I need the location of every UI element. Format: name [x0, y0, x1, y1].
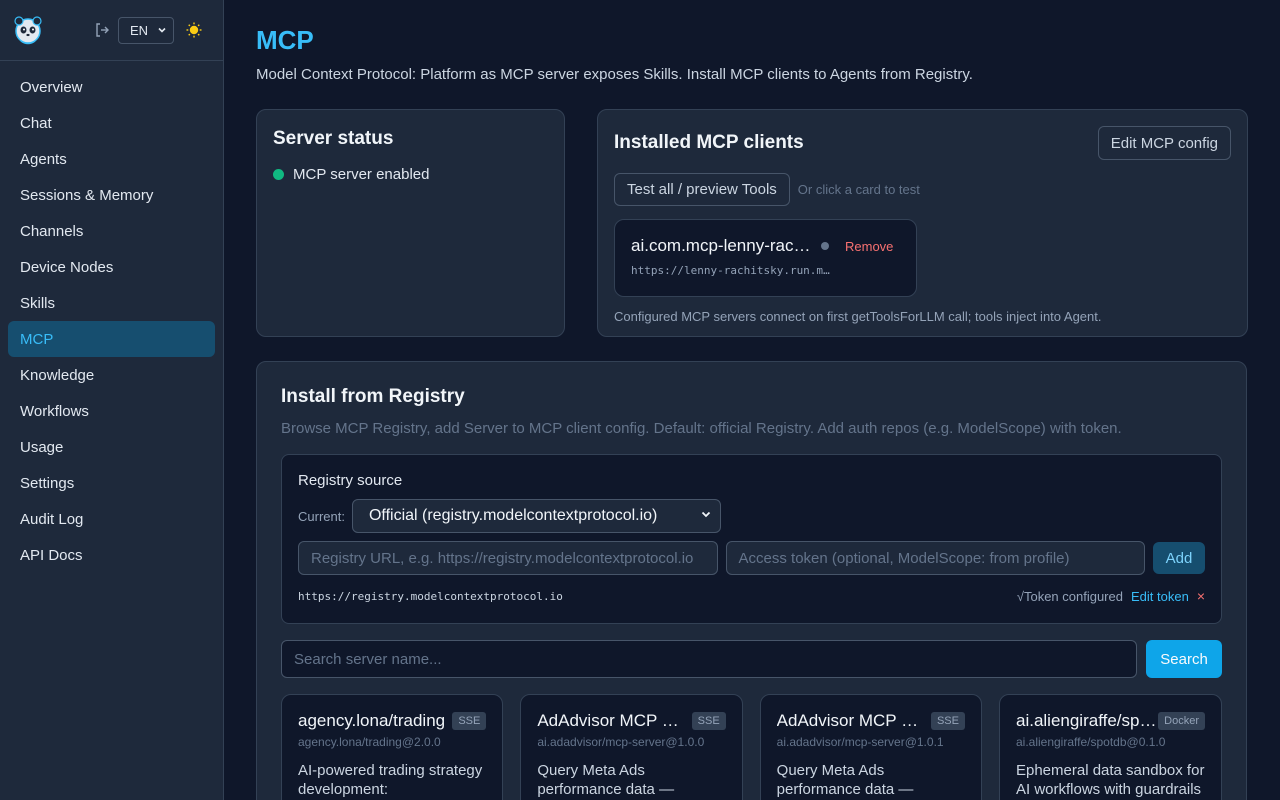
edit-token-link[interactable]: Edit token	[1131, 589, 1189, 604]
server-grid: agency.lona/trading SSE agency.lona/trad…	[281, 694, 1222, 800]
chevron-down-icon	[157, 23, 167, 38]
sidebar-item-chat[interactable]: Chat	[8, 105, 215, 141]
language-value: EN	[130, 22, 149, 38]
panda-logo-icon[interactable]	[12, 14, 44, 46]
page-title: MCP	[256, 25, 314, 55]
token-status: √Token configured Edit token ×	[1017, 588, 1205, 604]
transport-badge: SSE	[930, 712, 965, 730]
transport-badge: Docker	[1158, 712, 1205, 730]
sidebar-item-agents[interactable]: Agents	[8, 141, 215, 177]
sidebar: EN Overview Chat Agents Sessions & Memor…	[0, 0, 224, 800]
server-card-header: ai.aliengiraffe/spotdb Docker	[1016, 711, 1205, 731]
transport-badge: SSE	[691, 712, 726, 730]
remove-token-button[interactable]: ×	[1197, 588, 1205, 604]
remove-client-button[interactable]: Remove	[845, 239, 893, 254]
language-select[interactable]: EN	[118, 16, 174, 44]
registry-source-value: Official (registry.modelcontextprotocol.…	[368, 507, 658, 524]
sidebar-header: EN	[0, 0, 223, 61]
edit-mcp-config-button[interactable]: Edit MCP config	[1097, 126, 1231, 160]
server-description: AI-powered trading strategy development:	[298, 762, 483, 798]
sidebar-item-sessions-memory[interactable]: Sessions & Memory	[8, 177, 215, 213]
client-status-dot-icon	[821, 242, 829, 250]
sidebar-item-workflows[interactable]: Workflows	[8, 393, 215, 429]
sidebar-item-skills[interactable]: Skills	[8, 285, 215, 321]
installed-clients-card: Installed MCP clients Edit MCP config Te…	[597, 109, 1248, 337]
status-dot-icon	[273, 169, 284, 180]
sidebar-item-usage[interactable]: Usage	[8, 429, 215, 465]
client-name: ai.com.mcp-lenny-rachitsky-podcast	[631, 236, 811, 255]
test-row: Test all / preview Tools Or click a card…	[614, 173, 1231, 206]
sidebar-item-knowledge[interactable]: Knowledge	[8, 357, 215, 393]
sidebar-item-mcp[interactable]: MCP	[8, 321, 215, 357]
sidebar-nav: Overview Chat Agents Sessions & Memory C…	[0, 61, 223, 581]
registry-url-row: https://registry.modelcontextprotocol.io…	[298, 588, 1205, 604]
client-url: https://lenny-rachitsky.run.mcp.com.ai/m…	[631, 264, 831, 277]
server-card[interactable]: agency.lona/trading SSE agency.lona/trad…	[281, 694, 504, 800]
server-card[interactable]: AdAdvisor MCP Server SSE ai.adadvisor/mc…	[520, 694, 743, 800]
server-search-row: Search server name... Search	[281, 640, 1222, 678]
server-status-text: MCP server enabled	[293, 166, 430, 183]
sun-icon[interactable]	[186, 22, 202, 38]
test-all-button[interactable]: Test all / preview Tools	[614, 173, 790, 206]
app-root: EN Overview Chat Agents Sessions & Memor…	[0, 0, 1280, 800]
current-source-label: Current:	[298, 508, 345, 524]
token-configured-text: √Token configured	[1016, 588, 1123, 604]
current-source-row: Current: Official (registry.modelcontext…	[298, 499, 1205, 533]
server-name: AdAdvisor MCP Server	[537, 711, 688, 730]
sidebar-item-channels[interactable]: Channels	[8, 213, 215, 249]
registry-source-title: Registry source	[298, 472, 403, 489]
registry-source-box: Registry source Current: Official (regis…	[281, 454, 1222, 624]
server-name: AdAdvisor MCP Server	[776, 711, 927, 730]
access-token-input[interactable]: Access token (optional, ModelScope: from…	[725, 541, 1146, 575]
server-id: ai.adadvisor/mcp-server@1.0.0	[537, 735, 705, 749]
server-id: agency.lona/trading@2.0.0	[298, 735, 441, 749]
server-id: ai.aliengiraffe/spotdb@0.1.0	[1015, 735, 1166, 749]
test-hint: Or click a card to test	[797, 182, 920, 197]
sidebar-item-overview[interactable]: Overview	[8, 69, 215, 105]
server-card[interactable]: ai.aliengiraffe/spotdb Docker ai.aliengi…	[998, 694, 1222, 800]
server-status-card: Server status MCP server enabled	[256, 109, 565, 337]
chevron-down-icon	[700, 507, 712, 525]
search-button[interactable]: Search	[1146, 640, 1222, 678]
main-content: MCP Model Context Protocol: Platform as …	[224, 0, 1280, 800]
logout-icon[interactable]	[92, 20, 112, 40]
registry-title: Install from Registry	[281, 386, 465, 407]
server-card-header: AdAdvisor MCP Server SSE	[777, 711, 965, 731]
registry-url-input[interactable]: Registry URL, e.g. https://registry.mode…	[298, 541, 718, 575]
add-registry-row: Registry URL, e.g. https://registry.mode…	[298, 541, 1205, 575]
server-card-header: AdAdvisor MCP Server SSE	[537, 711, 726, 731]
clients-footer-note: Configured MCP servers connect on first …	[614, 309, 1102, 324]
server-card[interactable]: AdAdvisor MCP Server SSE ai.adadvisor/mc…	[759, 694, 982, 800]
server-id: ai.adadvisor/mcp-server@1.0.1	[776, 735, 944, 749]
server-description: Query Meta Ads performance data —	[776, 762, 914, 798]
sidebar-item-device-nodes[interactable]: Device Nodes	[8, 249, 215, 285]
server-name: ai.aliengiraffe/spotdb	[1015, 711, 1159, 730]
client-card[interactable]: ai.com.mcp-lenny-rachitsky-podcast Remov…	[614, 219, 917, 297]
server-description: Ephemeral data sandbox for AI workflows …	[1015, 762, 1205, 798]
transport-badge: SSE	[452, 712, 487, 730]
sidebar-item-api-docs[interactable]: API Docs	[8, 537, 215, 573]
server-description: Query Meta Ads performance data —	[537, 762, 675, 798]
top-row: Server status MCP server enabled Install…	[256, 109, 1248, 337]
server-name: agency.lona/trading	[298, 711, 446, 730]
server-status-line: MCP server enabled	[273, 166, 548, 183]
page-subtitle: Model Context Protocol: Platform as MCP …	[256, 66, 973, 83]
server-card-header: agency.lona/trading SSE	[298, 711, 487, 731]
server-search-input[interactable]: Search server name...	[281, 640, 1138, 678]
server-status-title: Server status	[273, 128, 394, 149]
sidebar-item-settings[interactable]: Settings	[8, 465, 215, 501]
registry-subtitle: Browse MCP Registry, add Server to MCP c…	[281, 420, 1122, 437]
add-registry-button[interactable]: Add	[1153, 542, 1205, 574]
sidebar-item-audit-log[interactable]: Audit Log	[8, 501, 215, 537]
registry-source-select[interactable]: Official (registry.modelcontextprotocol.…	[351, 499, 721, 533]
registry-card: Install from Registry Browse MCP Registr…	[256, 361, 1247, 800]
client-card-header: ai.com.mcp-lenny-rachitsky-podcast Remov…	[631, 236, 900, 256]
current-registry-url: https://registry.modelcontextprotocol.io	[298, 589, 563, 603]
